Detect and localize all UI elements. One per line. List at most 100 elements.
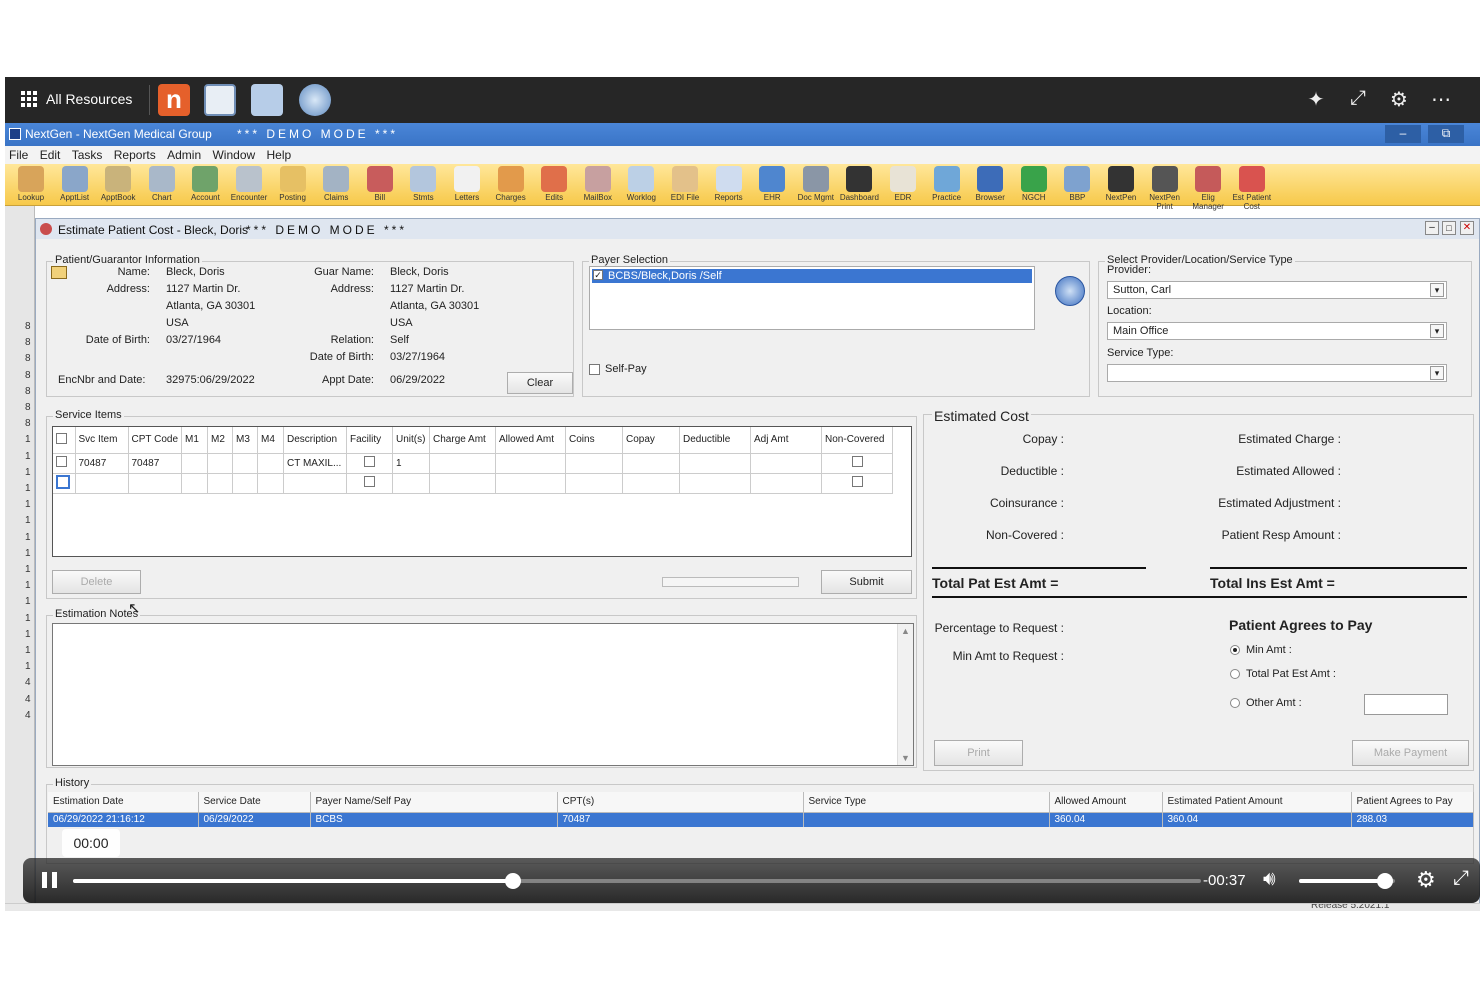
gear-icon[interactable]: ⚙ — [1416, 867, 1436, 893]
menu-tasks[interactable]: Tasks — [72, 148, 103, 162]
child-maximize-button[interactable]: □ — [1442, 221, 1456, 235]
clear-button[interactable]: Clear — [507, 372, 573, 394]
all-resources-button[interactable]: All Resources — [21, 91, 132, 107]
menu-file[interactable]: File — [9, 148, 28, 162]
toolbar-lookup-button[interactable]: Lookup — [9, 166, 53, 202]
service-items-grid[interactable]: Svc Item CPT Code M1 M2 M3 M4 Descriptio… — [52, 426, 912, 557]
col-estimated-patient-amount[interactable]: Estimated Patient Amount — [1162, 792, 1352, 813]
new-row-non-covered-checkbox[interactable] — [851, 476, 863, 487]
notes-scrollbar[interactable]: ▲ ▼ — [897, 624, 913, 765]
video-progress-track[interactable] — [73, 873, 1201, 889]
menu-help[interactable]: Help — [267, 148, 292, 162]
menu-admin[interactable]: Admin — [167, 148, 201, 162]
volume-track[interactable] — [1299, 873, 1395, 889]
row-cpt-code[interactable]: 70487 — [128, 453, 183, 474]
col-allowed-amount[interactable]: Allowed Amount — [1049, 792, 1163, 813]
restore-button[interactable]: ⧉ — [1428, 125, 1464, 143]
location-select[interactable]: Main Office ▾ — [1107, 322, 1447, 340]
toolbar-posting-button[interactable]: Posting — [271, 166, 315, 202]
row-copay[interactable] — [622, 453, 681, 474]
toolbar-stmts-button[interactable]: Stmts — [401, 166, 445, 202]
row-facility-checkbox[interactable] — [364, 456, 376, 467]
refresh-payer-icon[interactable] — [1055, 276, 1085, 306]
toolbar-bbp-button[interactable]: BBP — [1055, 166, 1099, 202]
table-row[interactable]: 70487 70487 CT MAXIL... 1 — [53, 453, 894, 474]
toolbar-nextpen-print-button[interactable]: NextPen Print — [1143, 166, 1187, 211]
menu-window[interactable]: Window — [212, 148, 255, 162]
fullscreen-icon[interactable]: ⤢ — [1453, 867, 1469, 890]
payer-list-item[interactable]: ✓ BCBS/Bleck,Doris /Self — [592, 269, 1032, 283]
row-m2[interactable] — [207, 453, 234, 474]
make-payment-button[interactable]: Make Payment — [1352, 740, 1469, 766]
hist-patient-agrees-to-pay[interactable]: 288.03 — [1351, 812, 1474, 827]
scroll-down-icon[interactable]: ▼ — [901, 753, 910, 763]
row-checkbox[interactable] — [56, 456, 67, 467]
volume-icon[interactable]: 🔊︎ — [1263, 868, 1276, 891]
toolbar-ehr-button[interactable]: EHR — [750, 166, 794, 202]
print-button[interactable]: Print — [934, 740, 1023, 766]
self-pay-checkbox[interactable] — [589, 364, 600, 375]
more-icon[interactable]: ⋯ — [1427, 87, 1455, 112]
hist-service-type[interactable] — [803, 812, 1050, 827]
menu-reports[interactable]: Reports — [114, 148, 156, 162]
other-amt-radio[interactable] — [1230, 698, 1240, 708]
toolbar-edits-button[interactable]: Edits — [532, 166, 576, 202]
toolbar-edi-file-button[interactable]: EDI File — [663, 166, 707, 202]
new-row-facility-checkbox[interactable] — [364, 476, 376, 487]
document-app-icon[interactable] — [251, 84, 283, 116]
toolbar-worklog-button[interactable]: Worklog — [619, 166, 663, 202]
toolbar-chart-button[interactable]: Chart — [140, 166, 184, 202]
estimation-notes-textarea[interactable]: ▲ ▼ — [52, 623, 914, 766]
toolbar-encounter-button[interactable]: Encounter — [227, 166, 271, 202]
row-description[interactable]: CT MAXIL... — [283, 453, 348, 474]
pin-icon[interactable]: ✦ — [1302, 87, 1330, 112]
folder-icon[interactable] — [51, 266, 67, 279]
row-m1[interactable] — [181, 453, 209, 474]
hist-allowed-amount[interactable]: 360.04 — [1049, 812, 1163, 827]
toolbar-letters-button[interactable]: Letters — [445, 166, 489, 202]
col-patient-agrees-to-pay[interactable]: Patient Agrees to Pay — [1351, 792, 1474, 813]
hist-estimated-patient-amount[interactable]: 360.04 — [1162, 812, 1352, 827]
total-pat-est-amt-radio[interactable] — [1230, 669, 1240, 679]
video-progress-handle[interactable] — [504, 873, 521, 889]
row-coins[interactable] — [565, 453, 624, 474]
toolbar-practice-button[interactable]: Practice — [925, 166, 969, 202]
globe-app-icon[interactable] — [204, 84, 236, 116]
toolbar-doc-mgmt-button[interactable]: Doc Mgmt — [794, 166, 838, 202]
earth-app-icon[interactable] — [299, 84, 331, 116]
volume-handle[interactable] — [1377, 873, 1394, 889]
row-m3[interactable] — [232, 453, 259, 474]
row-m4[interactable] — [257, 453, 285, 474]
row-svc-item[interactable]: 70487 — [75, 453, 129, 474]
payer-list[interactable]: ✓ BCBS/Bleck,Doris /Self — [589, 266, 1035, 330]
gear-icon[interactable]: ⚙ — [1385, 87, 1413, 112]
hist-estimation-date[interactable]: 06/29/2022 21:16:12 — [48, 812, 199, 827]
new-row-checkbox[interactable] — [56, 474, 70, 489]
toolbar-elig-manager-button[interactable]: Elig Manager — [1186, 166, 1230, 211]
col-estimation-date[interactable]: Estimation Date — [48, 792, 199, 813]
toolbar-mailbox-button[interactable]: MailBox — [576, 166, 620, 202]
chevron-down-icon[interactable]: ▾ — [1430, 324, 1444, 338]
toolbar-browser-button[interactable]: Browser — [968, 166, 1012, 202]
toolbar-apptbook-button[interactable]: ApptBook — [96, 166, 140, 202]
service-type-select[interactable]: ▾ — [1107, 364, 1447, 382]
delete-button[interactable]: Delete — [52, 570, 141, 594]
pause-icon[interactable] — [41, 871, 59, 889]
row-adj-amt[interactable] — [750, 453, 823, 474]
scroll-up-icon[interactable]: ▲ — [901, 626, 910, 636]
toolbar-reports-button[interactable]: Reports — [707, 166, 751, 202]
payer-item-checkbox[interactable]: ✓ — [593, 270, 603, 280]
collapse-icon[interactable]: ⤢ — [1344, 87, 1372, 110]
minimize-button[interactable]: – — [1385, 125, 1421, 143]
menu-edit[interactable]: Edit — [40, 148, 61, 162]
child-close-button[interactable]: ✕ — [1460, 221, 1474, 235]
select-all-checkbox[interactable] — [56, 432, 67, 444]
col-cpts[interactable]: CPT(s) — [557, 792, 804, 813]
toolbar-ngch-button[interactable]: NGCH — [1012, 166, 1056, 202]
hist-service-date[interactable]: 06/29/2022 — [198, 812, 311, 827]
toolbar-claims-button[interactable]: Claims — [314, 166, 358, 202]
child-minimize-button[interactable]: – — [1425, 221, 1439, 235]
toolbar-dashboard-button[interactable]: Dashboard — [837, 166, 881, 202]
submit-button[interactable]: Submit — [821, 570, 912, 594]
hist-payer-name[interactable]: BCBS — [310, 812, 558, 827]
